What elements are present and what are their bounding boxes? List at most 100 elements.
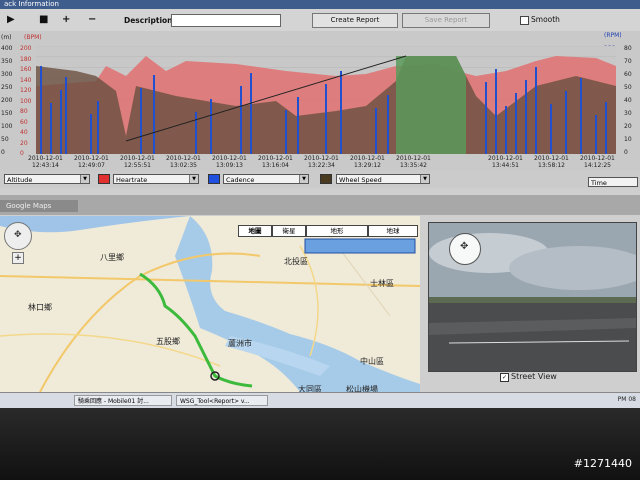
x-time-label: 13:44:51 xyxy=(492,162,519,169)
street-view-label: Street View xyxy=(511,372,557,381)
wheel-speed-color-swatch[interactable] xyxy=(320,174,332,184)
x-time-label: 13:16:04 xyxy=(262,162,289,169)
x-date-label: 2010-12-01 xyxy=(74,155,109,162)
x-date-label: 2010-12-01 xyxy=(166,155,201,162)
x-date-label: 2010-12-01 xyxy=(350,155,385,162)
left-outer-tick-label: 200 xyxy=(1,97,13,104)
x-date-label: 2010-12-01 xyxy=(28,155,63,162)
left-tick-label: 200 xyxy=(20,45,32,52)
stop-icon[interactable]: ■ xyxy=(39,14,48,26)
window-title: ack Information xyxy=(4,0,59,8)
watermark: #1271440 xyxy=(573,457,632,470)
maps-header-strip xyxy=(0,195,640,215)
x-date-label: 2010-12-01 xyxy=(120,155,155,162)
google-map[interactable]: 八里鄉 北投區 士林區 林口鄉 五股鄉 蘆洲市 中山區 大同區 松山機場 ✥ + xyxy=(0,216,420,392)
map-type-satellite[interactable]: 衛星 xyxy=(272,225,306,237)
taskbar-clock: PM 08 xyxy=(617,396,636,403)
right-outer-tick-label: 80 xyxy=(624,45,632,52)
heartrate-select-label: Heartrate xyxy=(116,176,148,184)
wheel-speed-select-label: Wheel Speed xyxy=(339,176,382,184)
left-outer-tick-label: 150 xyxy=(1,110,13,117)
chevron-down-icon: ▼ xyxy=(80,175,89,183)
x-date-label: 2010-12-01 xyxy=(258,155,293,162)
x-date-label: 2010-12-01 xyxy=(488,155,523,162)
left-outer-tick-label: 350 xyxy=(1,58,13,65)
x-time-label: 12:49:07 xyxy=(78,162,105,169)
left-tick-label: 0 xyxy=(20,150,24,157)
save-report-button[interactable]: Save Report xyxy=(402,13,490,28)
left-outer-tick-label: 100 xyxy=(1,123,13,130)
right-outer-tick-label: 50 xyxy=(624,84,632,91)
street-view-pan-control[interactable]: ✥ xyxy=(449,233,481,265)
left-tick-label: 140 xyxy=(20,76,32,84)
x-time-label: 13:09:13 xyxy=(216,162,243,169)
taskbar: 騎乘回應 - Mobile01 討... WSG_Tool<Report> v.… xyxy=(0,392,640,408)
x-time-label: 13:29:12 xyxy=(354,162,381,169)
wheel-speed-select[interactable]: Wheel Speed ▼ xyxy=(336,174,430,184)
map-pan-control[interactable]: ✥ xyxy=(4,222,32,250)
description-input[interactable] xyxy=(171,14,281,27)
map-label: 八里鄉 xyxy=(100,253,124,262)
chevron-down-icon: ▼ xyxy=(299,175,308,183)
taskbar-item[interactable]: WSG_Tool<Report> v... xyxy=(176,395,268,406)
x-date-label: 2010-12-01 xyxy=(304,155,339,162)
street-view-checkbox[interactable]: ✓ xyxy=(500,373,509,382)
x-axis-select[interactable]: Time xyxy=(588,177,638,187)
left-outer-tick-label: 300 xyxy=(1,71,13,78)
left-tick-label: 80 xyxy=(20,108,28,115)
left-tick-label: 100 xyxy=(20,97,32,105)
zoom-in-icon[interactable]: + xyxy=(62,14,70,26)
x-time-label: 12:43:14 xyxy=(32,162,59,169)
window-titlebar: ack Information xyxy=(0,0,640,9)
map-type-terrain[interactable]: 地形 xyxy=(306,225,368,237)
taskbar-item[interactable]: 騎乘回應 - Mobile01 討... xyxy=(74,395,172,406)
map-type-map[interactable]: 地圖 xyxy=(238,225,272,237)
map-label: 中山區 xyxy=(360,357,384,366)
left-outer-tick-label: 50 xyxy=(1,136,9,143)
x-date-label: 2010-12-01 xyxy=(534,155,569,162)
heartrate-select[interactable]: Heartrate ▼ xyxy=(113,174,199,184)
play-icon[interactable]: ▶ xyxy=(7,14,15,26)
x-time-label: 13:22:34 xyxy=(308,162,335,169)
map-label: 蘆洲市 xyxy=(228,339,252,348)
cadence-select-label: Cadence xyxy=(226,176,255,184)
right-axis-unit: (RPM) xyxy=(604,32,622,39)
zoom-out-icon[interactable]: − xyxy=(88,14,96,26)
map-canvas xyxy=(0,216,420,392)
right-outer-tick-label: 30 xyxy=(624,110,632,117)
left-tick-label: 20 xyxy=(20,139,28,147)
left-tick-label: 60 xyxy=(20,118,28,126)
x-time-label: 12:55:51 xyxy=(124,162,151,169)
map-label: 北投區 xyxy=(284,257,308,266)
street-view-panel[interactable]: ✥ xyxy=(428,222,637,372)
left-tick-label: 160 xyxy=(20,66,32,73)
left-axis-unit: (m) xyxy=(1,34,12,41)
right-outer-tick-label: 70 xyxy=(624,58,632,65)
screen: ack Information ▶ ■ + − Description: Cre… xyxy=(0,0,640,408)
x-time-label: 13:02:35 xyxy=(170,162,197,169)
map-label: 松山機場 xyxy=(346,385,378,392)
right-outer-tick-label: 20 xyxy=(624,123,632,130)
left-outer-tick-label: 0 xyxy=(1,149,5,156)
create-report-button[interactable]: Create Report xyxy=(312,13,398,28)
heartrate-color-swatch[interactable] xyxy=(98,174,110,184)
tab-google-maps[interactable]: Google Maps xyxy=(0,200,78,212)
right-outer-tick-label: 0 xyxy=(624,149,628,156)
altitude-series xyxy=(396,56,466,154)
x-axis-select-label: Time xyxy=(591,179,607,187)
right-outer-tick-label: 10 xyxy=(624,136,632,143)
altitude-select[interactable]: Altitude ▼ xyxy=(4,174,90,184)
smooth-checkbox[interactable] xyxy=(520,16,529,25)
cadence-color-swatch[interactable] xyxy=(208,174,220,184)
x-date-label: 2010-12-01 xyxy=(396,155,431,162)
map-zoom-in-button[interactable]: + xyxy=(12,252,24,264)
map-label: 士林區 xyxy=(370,279,394,288)
cadence-select[interactable]: Cadence ▼ xyxy=(223,174,309,184)
left-tick-label: 120 xyxy=(20,87,32,94)
plot-area xyxy=(36,46,616,154)
smooth-label: Smooth xyxy=(531,15,560,24)
left-axis-unit-bpm: (BPM) xyxy=(24,34,42,41)
map-type-earth[interactable]: 地球 xyxy=(368,225,418,237)
x-date-label: 2010-12-01 xyxy=(580,155,615,162)
pan-arrows-icon: ✥ xyxy=(14,230,22,240)
